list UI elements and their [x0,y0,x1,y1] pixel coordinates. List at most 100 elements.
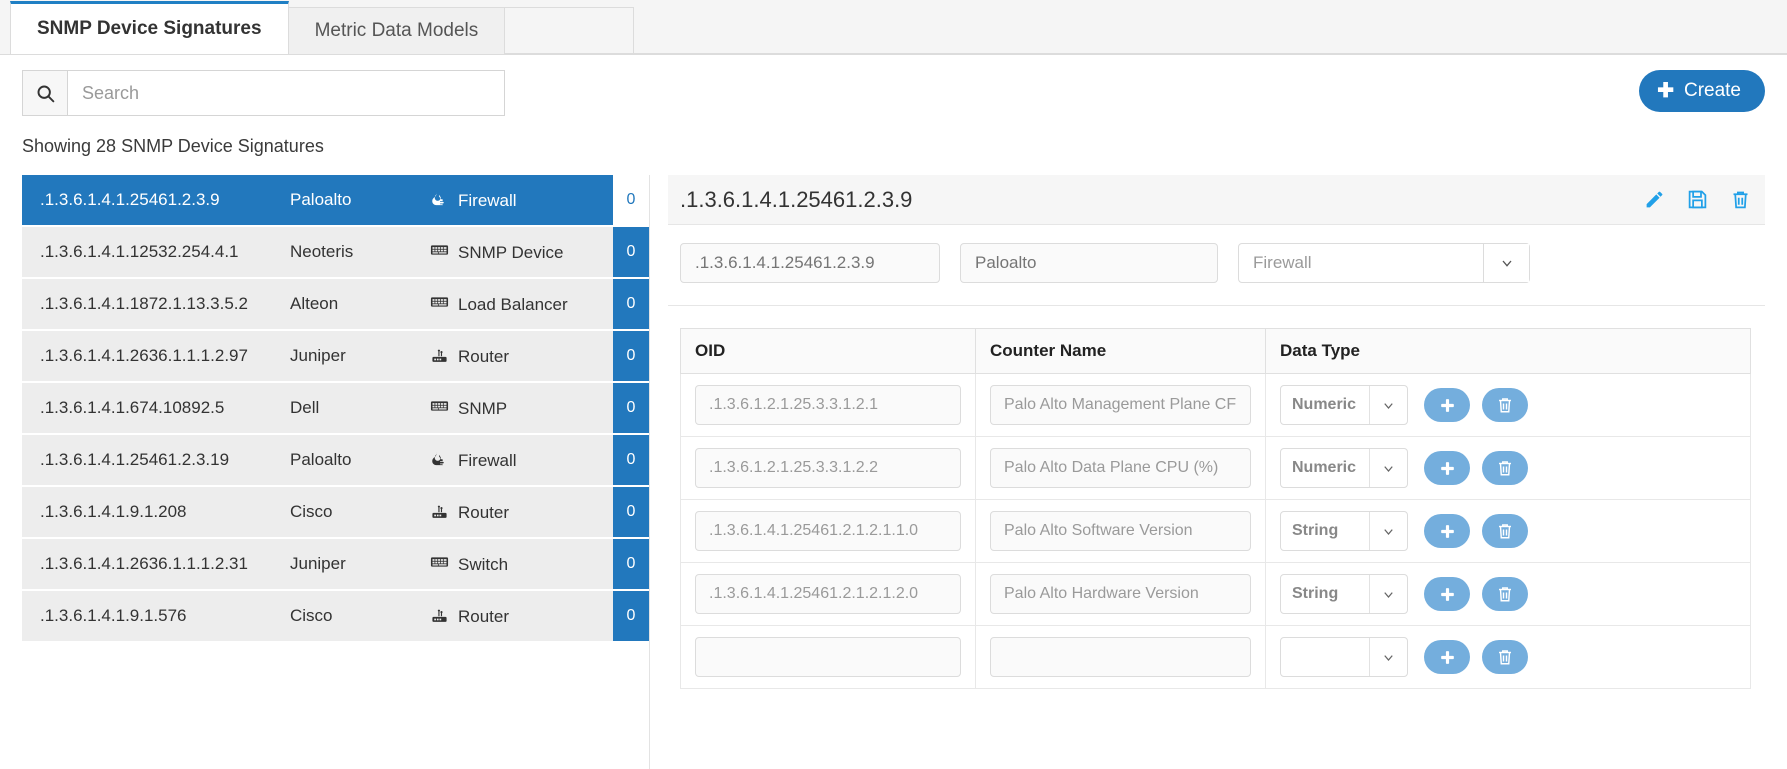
snmp-device-icon [430,399,449,413]
list-item-oid: .1.3.6.1.4.1.9.1.208 [40,502,187,521]
plus-icon: ✚ [1657,80,1674,102]
list-item-type: SNMP [430,389,613,428]
signature-list-item[interactable]: .1.3.6.1.4.1.12532.254.4.1 Neoteris SNMP D… [22,227,649,279]
list-item-count-badge: 0 [613,487,649,537]
chevron-down-icon[interactable] [1369,386,1407,424]
add-row-button[interactable] [1424,577,1470,611]
create-button[interactable]: ✚ Create [1639,70,1765,112]
list-item-type-label: Firewall [458,190,517,210]
row-actions [1424,514,1528,548]
data-type-select[interactable]: String [1280,574,1408,614]
signature-list-item[interactable]: .1.3.6.1.4.1.2636.1.1.1.2.97 Juniper Route… [22,331,649,383]
delete-icon[interactable] [1730,189,1751,210]
load-balancer-icon [430,295,449,309]
router-icon [430,503,449,520]
chevron-down-icon[interactable] [1369,638,1407,676]
tab-snmp-device-signatures[interactable]: SNMP Device Signatures [10,1,289,54]
main-content: .1.3.6.1.4.1.25461.2.3.9 Paloalto Firewall… [0,175,1787,769]
list-item-type-label: SNMP Device [458,242,564,262]
search-input[interactable] [67,70,505,116]
list-item-vendor: Dell [290,398,320,417]
oid-table-row [680,625,1751,689]
list-item-count-badge: 0 [613,383,649,433]
create-button-label: Create [1683,80,1741,101]
vendor-field[interactable] [960,243,1218,283]
list-item-type: Router [430,337,613,376]
detail-action-bar [1644,189,1751,210]
counter-name-input[interactable]: Palo Alto Hardware Version [990,574,1251,614]
firewall-icon [430,451,449,468]
router-icon [430,347,449,364]
counter-name-input[interactable]: Palo Alto Software Version [990,511,1251,551]
list-item-oid: .1.3.6.1.4.1.25461.2.3.9 [40,190,220,209]
device-type-select[interactable]: Firewall [1238,243,1530,283]
data-type-select[interactable]: String [1280,511,1408,551]
search-box [22,70,505,116]
firewall-icon [430,191,449,208]
oid-input[interactable] [695,637,961,677]
edit-icon[interactable] [1644,189,1665,210]
tab-metric-data-models[interactable]: Metric Data Models [287,7,506,54]
chevron-down-icon[interactable] [1369,512,1407,550]
signature-list-item[interactable]: .1.3.6.1.4.1.9.1.576 Cisco Router 0 [22,591,649,643]
tab-label: SNMP Device Signatures [37,18,262,39]
cell-oid: .1.3.6.1.2.1.25.3.3.1.2.2 [680,436,976,500]
add-row-button[interactable] [1424,388,1470,422]
delete-row-button[interactable] [1482,640,1528,674]
data-type-select[interactable]: Numeric [1280,448,1408,488]
signature-list-item[interactable]: .1.3.6.1.4.1.9.1.208 Cisco Router 0 [22,487,649,539]
list-item-oid: .1.3.6.1.4.1.2636.1.1.1.2.97 [40,346,248,365]
list-item-oid: .1.3.6.1.4.1.674.10892.5 [40,398,225,417]
chevron-down-icon[interactable] [1483,244,1529,282]
add-row-button[interactable] [1424,514,1470,548]
search-icon[interactable] [22,70,67,116]
counter-name-input[interactable]: Palo Alto Data Plane CPU (%) [990,448,1251,488]
signature-list-item[interactable]: .1.3.6.1.4.1.25461.2.3.9 Paloalto Firewall… [22,175,649,227]
counter-name-input[interactable] [990,637,1251,677]
row-actions [1424,577,1528,611]
detail-header: .1.3.6.1.4.1.25461.2.3.9 [668,175,1765,225]
delete-row-button[interactable] [1482,514,1528,548]
delete-row-button[interactable] [1482,388,1528,422]
list-item-count-badge: 0 [613,539,649,589]
delete-row-button[interactable] [1482,451,1528,485]
oid-input[interactable]: .1.3.6.1.4.1.25461.2.1.2.1.1.0 [695,511,961,551]
oid-input[interactable]: .1.3.6.1.2.1.25.3.3.1.2.2 [695,448,961,488]
list-item-type-label: Switch [458,554,509,574]
list-item-type: Router [430,493,613,532]
add-row-button[interactable] [1424,640,1470,674]
detail-title: .1.3.6.1.4.1.25461.2.3.9 [680,186,913,212]
delete-row-button[interactable] [1482,577,1528,611]
list-item-vendor: Neoteris [290,242,354,261]
save-icon[interactable] [1687,189,1708,210]
signature-list-item[interactable]: .1.3.6.1.4.1.25461.2.3.19 Paloalto Firewal… [22,435,649,487]
signature-list-item[interactable]: .1.3.6.1.4.1.1872.1.13.3.5.2 Alteon Load B… [22,279,649,331]
cell-data-type: String [1265,499,1751,563]
add-row-button[interactable] [1424,451,1470,485]
list-item-oid: .1.3.6.1.4.1.12532.254.4.1 [40,242,239,261]
oid-field[interactable] [680,243,940,283]
signature-form: Firewall [668,225,1765,306]
signature-list-item[interactable]: .1.3.6.1.4.1.674.10892.5 Dell SNMP 0 [22,383,649,435]
counter-name-input[interactable]: Palo Alto Management Plane CF [990,385,1251,425]
data-type-value: Numeric [1292,396,1357,413]
signature-list-item[interactable]: .1.3.6.1.4.1.2636.1.1.1.2.31 Juniper Switc… [22,539,649,591]
data-type-select[interactable]: Numeric [1280,385,1408,425]
cell-data-type: Numeric [1265,436,1751,500]
oid-table-row: .1.3.6.1.4.1.25461.2.1.2.1.2.0 Palo Alto … [680,562,1751,626]
cell-counter-name: Palo Alto Data Plane CPU (%) [975,436,1266,500]
column-header-data-type: Data Type [1265,328,1751,374]
chevron-down-icon[interactable] [1369,575,1407,613]
row-actions [1424,640,1528,674]
signature-list[interactable]: .1.3.6.1.4.1.25461.2.3.9 Paloalto Firewall… [22,175,650,769]
oid-input[interactable]: .1.3.6.1.4.1.25461.2.1.2.1.2.0 [695,574,961,614]
column-header-counter-name: Counter Name [975,328,1266,374]
toolbar: ✚ Create [0,55,1787,133]
oid-input[interactable]: .1.3.6.1.2.1.25.3.3.1.2.1 [695,385,961,425]
chevron-down-icon[interactable] [1369,449,1407,487]
oid-table-wrap: OID Counter Name Data Type .1.3.6.1.2.1.… [668,306,1765,689]
list-item-type-label: SNMP [458,398,508,418]
data-type-value: Numeric [1292,459,1357,476]
data-type-value: String [1292,585,1339,602]
data-type-select[interactable] [1280,637,1408,677]
